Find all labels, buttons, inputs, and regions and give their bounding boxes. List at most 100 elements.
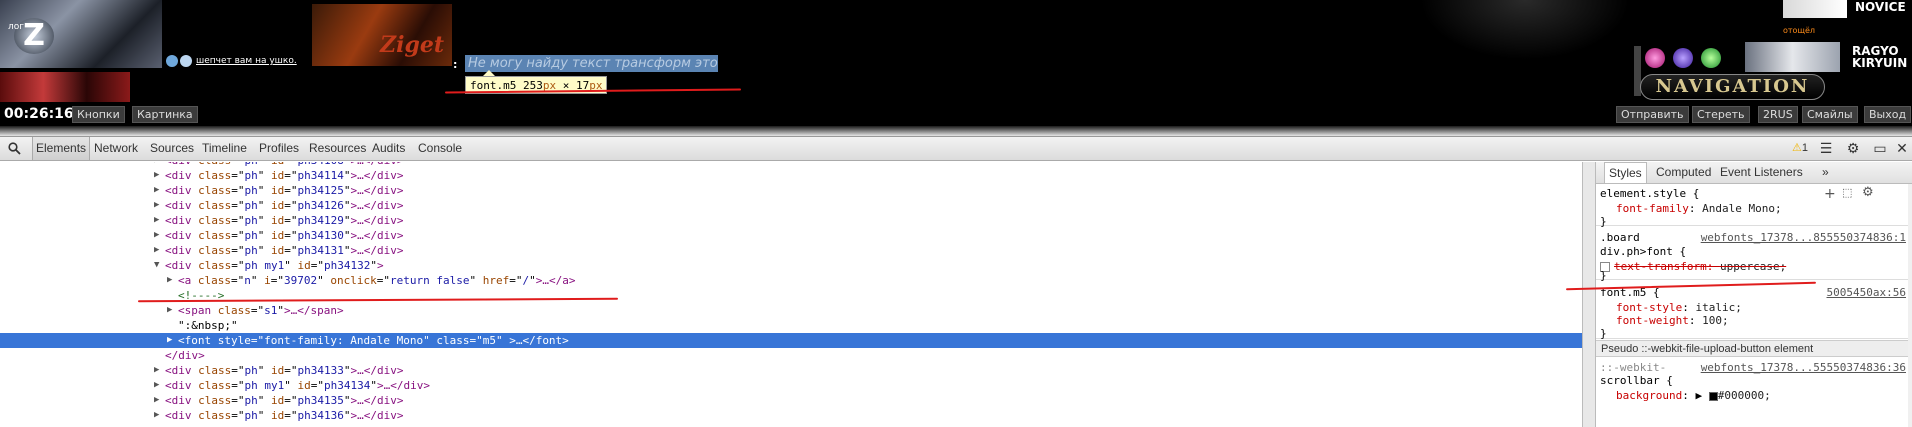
buttons-button[interactable]: Кнопки [72,106,125,123]
tab-styles[interactable]: Styles [1604,162,1647,183]
element-markup: <div class="ph" id="ph34136">…</div> [165,409,404,422]
avatar-ziget[interactable]: Ziget [312,4,452,66]
right-avatar-1[interactable] [1783,0,1847,18]
rule-property-disabled[interactable]: text-transform: uppercase; [1600,259,1786,274]
exit-button[interactable]: Выход [1864,106,1912,123]
element-row[interactable]: ▶ <div class="ph" id="ph34130">…</div> [0,228,1582,243]
sidebar-scrollbar[interactable] [1908,184,1912,427]
rule-close: } [1600,269,1607,282]
rule-selector-1: .board [1600,231,1640,244]
navigation-button[interactable]: NAVIGATION [1640,74,1825,100]
devtools-toolbar: Elements Network Sources Timeline Profil… [0,137,1912,161]
tab-elements[interactable]: Elements [32,137,91,160]
expand-arrow-icon[interactable]: ▶ [154,168,162,183]
expand-arrow-icon[interactable]: ▶ [167,273,175,288]
tab-audits[interactable]: Audits [369,137,408,160]
background-art [1420,0,1630,60]
element-markup: <div class="ph" id="ph34125">…</div> [165,184,404,197]
element-row[interactable]: ▶ <div class="ph" id="ph34136">…</div> [0,408,1582,423]
tab-sources[interactable]: Sources [147,137,197,160]
element-markup: <div class="ph" id="ph34131">…</div> [165,244,404,257]
tab-timeline[interactable]: Timeline [199,137,250,160]
tab-computed[interactable]: Computed [1652,162,1715,183]
rule-element-style: element.style { font-family: Andale Mono… [1596,184,1912,228]
clear-button[interactable]: Стереть [1692,106,1750,123]
element-row[interactable]: ":&nbsp;" [0,318,1582,333]
search-icon[interactable] [8,142,21,155]
rule-source-link[interactable]: webfonts_17378...855550374836:1 [1701,230,1906,245]
element-row[interactable]: ▶ <span class="s1">…</span> [0,303,1582,318]
right-label-novice: NOVICE [1855,0,1906,14]
element-row[interactable]: ▶ <div class="ph" id="ph34126">…</div> [0,198,1582,213]
smileys-button[interactable]: Смайлы [1802,106,1858,123]
close-icon[interactable]: ✕ [1894,141,1910,157]
rule-close: } [1600,215,1607,228]
element-row[interactable]: ▼ <div class="ph my1" id="ph34132"> [0,258,1582,273]
translit-button[interactable]: 2RUS [1758,106,1798,123]
tab-console[interactable]: Console [415,137,465,160]
element-markup: <div class="ph" id="ph34114">…</div> [165,169,404,182]
element-row[interactable]: ▶ <div class="ph" id="ph34133">…</div> [0,363,1582,378]
ziget-label: Ziget [380,32,444,58]
panel-splitter[interactable] [1582,162,1596,427]
rule-source-link[interactable]: webfonts_17378...55550374836:36 [1701,360,1906,375]
tab-profiles[interactable]: Profiles [256,137,302,160]
element-row[interactable]: ▶ <div class="ph" id="ph34125">…</div> [0,183,1582,198]
rule-property[interactable]: font-family: Andale Mono; [1616,201,1782,216]
element-row-selected[interactable]: ▶ <font style="font-family: Andale Mono" … [0,333,1582,348]
purple-orb-icon[interactable] [1673,48,1693,68]
element-row[interactable]: ▶ <div class="ph" id="ph34131">…</div> [0,243,1582,258]
warning-counter[interactable]: ⚠1 [1792,141,1808,154]
dock-icon[interactable]: ▭ [1872,141,1888,157]
expand-arrow-icon[interactable]: ▶ [154,378,162,393]
highlighted-message-font: Не могу найду текст трансформ этот [465,55,718,72]
pink-orb-icon[interactable] [1645,48,1665,68]
expand-arrow-icon[interactable]: ▶ [154,393,162,408]
send-button[interactable]: Отправить [1616,106,1689,123]
element-state-icon[interactable]: ⬚ [1842,186,1852,199]
element-row[interactable]: ▶ <div class="ph" id="ph34129">…</div> [0,213,1582,228]
rule-property[interactable]: background: ▶ #000000; [1616,388,1771,403]
devtools-resize-divider[interactable] [0,126,1912,136]
gear-icon[interactable]: ⚙ [1845,141,1861,157]
element-row[interactable]: ▶ <div class="ph" id="ph34114">…</div> [0,168,1582,183]
rule-source-link[interactable]: 5005450ax:56 [1827,285,1906,300]
expand-arrow-icon[interactable]: ▶ [154,408,162,423]
element-markup: <div class="ph" id="ph34133">…</div> [165,364,404,377]
picture-button[interactable]: Картинка [132,106,198,123]
expand-arrow-open-icon[interactable]: ▼ [154,258,162,273]
settings-gear-icon[interactable]: ⚙ [1862,185,1874,200]
add-rule-icon[interactable]: + [1824,186,1836,202]
avatar-user-2[interactable] [0,72,130,102]
element-row[interactable]: ▶ <a class="n" i="39702" onclick="return … [0,273,1582,288]
expand-arrow-icon[interactable]: ▶ [167,333,175,348]
chat-clock: 00:26:16 [4,106,74,122]
avatar-user-1[interactable]: Z лог [0,0,162,68]
color-swatch[interactable] [1708,391,1718,401]
element-row[interactable]: ▶ <div class="ph my1" id="ph34134">…</div… [0,378,1582,393]
expand-arrow-icon[interactable]: ▶ [154,183,162,198]
expand-arrow-icon[interactable]: ▶ [154,213,162,228]
rule-board-font: .board webfonts_17378...855550374836:1 d… [1596,228,1912,282]
tab-network[interactable]: Network [91,137,141,160]
more-tabs-icon[interactable]: » [1818,162,1833,183]
green-star-icon[interactable] [1701,48,1721,68]
elements-tree[interactable]: ▶<div class="ph" id="ph34108">…</div>▶<d… [0,162,1582,427]
element-markup: <font style="font-family: Andale Mono" c… [178,334,569,347]
rule-selector-2: div.ph>font { [1600,245,1687,258]
expand-arrow-icon[interactable]: ▶ [154,198,162,213]
expand-arrow-icon[interactable]: ▶ [167,303,175,318]
console-drawer-icon[interactable]: ☰ [1818,141,1834,157]
element-markup: <div class="ph" id="ph34129">…</div> [165,214,404,227]
tab-resources[interactable]: Resources [306,137,369,160]
expand-arrow-icon[interactable]: ▶ [154,243,162,258]
expand-arrow-icon[interactable]: ▶ [154,363,162,378]
expand-arrow-icon[interactable]: ▶ [154,228,162,243]
whisper-text[interactable]: шепчет вам на ушко. [196,56,297,66]
element-row[interactable]: </div> [0,348,1582,363]
tab-event-listeners[interactable]: Event Listeners [1716,162,1807,183]
element-row[interactable]: ▶ <div class="ph" id="ph34135">…</div> [0,393,1582,408]
styles-sidebar: Styles Computed Event Listeners » elemen… [1596,162,1912,427]
rule-property[interactable]: font-weight: 100; [1616,313,1729,328]
right-avatar-2[interactable] [1745,42,1840,72]
